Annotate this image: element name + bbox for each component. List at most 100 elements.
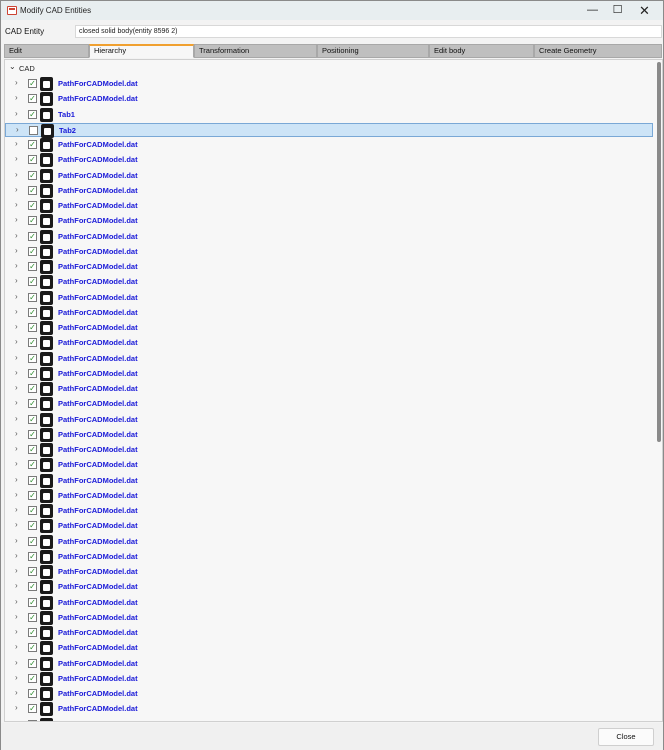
visibility-checkbox[interactable]: ✓ [28,597,37,607]
visibility-checkbox[interactable]: ✓ [28,231,37,241]
visibility-checkbox[interactable]: ✓ [28,643,37,653]
visibility-checkbox[interactable]: ✓ [28,719,37,721]
vertical-scrollbar[interactable] [657,62,661,442]
tree-row[interactable]: › ✓ PathForCADModel.dat [5,656,653,671]
chevron-right-icon[interactable]: › [15,78,18,87]
chevron-right-icon[interactable]: › [15,475,18,484]
chevron-right-icon[interactable]: › [15,368,18,377]
visibility-checkbox[interactable]: ✓ [28,704,37,714]
visibility-checkbox[interactable]: ✓ [28,506,37,515]
tree-row[interactable]: › ✓ PathForCADModel.dat [5,458,653,473]
chevron-right-icon[interactable]: › [15,551,18,560]
chevron-right-icon[interactable]: › [15,93,18,102]
tree-row[interactable]: › ✓ PathForCADModel.dat [5,229,653,244]
tree-row[interactable]: › ✓ PathForCADModel.dat [5,427,653,442]
chevron-right-icon[interactable]: › [15,490,18,499]
tab-edit-body[interactable]: Edit body [429,44,534,58]
tab-positioning[interactable]: Positioning [317,44,429,58]
chevron-right-icon[interactable]: › [15,642,18,651]
chevron-right-icon[interactable]: › [15,673,18,682]
close-button[interactable]: Close [598,728,654,746]
tree-row[interactable]: › ✓ PathForCADModel.dat [5,199,653,213]
chevron-right-icon[interactable]: › [15,383,18,392]
tree-row[interactable]: › ✓ PathForCADModel.dat [5,397,653,412]
tree-row[interactable]: › ✓ PathForCADModel.dat [5,366,653,381]
tree-row[interactable]: › ✓ PathForCADModel.dat [5,244,653,259]
chevron-right-icon[interactable]: › [15,261,18,270]
visibility-checkbox[interactable]: ✓ [28,628,37,637]
visibility-checkbox[interactable]: ✓ [28,170,37,180]
chevron-right-icon[interactable]: › [15,215,18,224]
visibility-checkbox[interactable]: ✓ [28,612,37,622]
chevron-right-icon[interactable]: › [15,398,18,407]
tree-row[interactable]: › ✓ PathForCADModel.dat [5,336,653,351]
visibility-checkbox[interactable]: ✓ [28,140,37,149]
chevron-right-icon[interactable]: › [15,429,18,438]
chevron-right-icon[interactable]: › [15,322,18,331]
chevron-right-icon[interactable]: › [15,597,18,606]
chevron-right-icon[interactable]: › [15,154,18,163]
tree-row[interactable]: › ✓ PathForCADModel.dat [5,412,653,427]
visibility-checkbox[interactable]: ✓ [28,79,37,88]
tree-row[interactable]: › ✓ PathForCADModel.dat [5,687,653,701]
tree-row[interactable]: › ✓ PathForCADModel.dat [5,641,653,656]
visibility-checkbox[interactable]: ✓ [28,94,37,104]
tree-row[interactable]: › ✓ PathForCADModel.dat [5,519,653,534]
tree-row[interactable]: › ✓ PathForCADModel.dat [5,534,653,549]
tree-row[interactable]: › ✓ PathForCADModel.dat [5,138,653,152]
tree-row[interactable]: › ✓ Tab1 [5,107,653,122]
visibility-checkbox[interactable]: ✓ [28,338,37,348]
chevron-right-icon[interactable]: › [15,703,18,712]
visibility-checkbox[interactable]: ✓ [28,323,37,332]
visibility-checkbox[interactable]: ✓ [28,673,37,683]
chevron-right-icon[interactable]: › [15,581,18,590]
tree-row[interactable]: › ✓ PathForCADModel.dat [5,305,653,320]
tree-row[interactable]: › ✓ PathForCADModel.dat [5,488,653,503]
visibility-checkbox[interactable]: ✓ [28,551,37,561]
maximize-button[interactable]: ☐ [605,1,630,20]
chevron-right-icon[interactable]: › [15,688,18,697]
visibility-checkbox[interactable]: ✓ [28,262,37,271]
tree-row[interactable]: › ✓ PathForCADModel.dat [5,504,653,518]
chevron-right-icon[interactable]: › [15,520,18,529]
cad-entity-field[interactable]: closed solid body(entity 8596 2) [75,25,662,38]
visibility-checkbox[interactable]: ✓ [28,201,37,210]
chevron-right-icon[interactable]: › [15,459,18,468]
chevron-right-icon[interactable]: › [15,185,18,194]
minimize-button[interactable]: — [580,1,605,20]
chevron-right-icon[interactable]: › [15,231,18,240]
chevron-right-icon[interactable]: › [15,627,18,636]
visibility-checkbox[interactable]: ✓ [28,582,37,592]
chevron-right-icon[interactable]: › [15,444,18,453]
visibility-checkbox[interactable]: ✓ [28,445,37,454]
tree-row[interactable]: › ✓ PathForCADModel.dat [5,382,653,396]
visibility-checkbox[interactable]: ✓ [28,689,37,698]
tree-row[interactable]: › ✓ PathForCADModel.dat [5,260,653,274]
visibility-checkbox[interactable]: ✓ [28,658,37,668]
tree-row[interactable]: › ✓ PathForCADModel.dat [5,717,653,721]
visibility-checkbox[interactable]: ✓ [28,460,37,470]
visibility-checkbox[interactable]: ✓ [28,307,37,317]
tree-row[interactable]: › ✓ PathForCADModel.dat [5,443,653,457]
visibility-checkbox[interactable]: ✓ [28,185,37,195]
visibility-checkbox[interactable]: ✓ [28,246,37,256]
tree-row[interactable]: › ✓ PathForCADModel.dat [5,580,653,595]
chevron-right-icon[interactable]: › [15,414,18,423]
tree-row[interactable]: › ✓ PathForCADModel.dat [5,473,653,488]
chevron-right-icon[interactable]: › [15,612,18,621]
visibility-checkbox[interactable]: ✓ [28,536,37,546]
tree-row[interactable]: › Tab2 [5,122,653,138]
visibility-checkbox[interactable]: ✓ [28,490,37,500]
tree-row[interactable]: › ✓ PathForCADModel.dat [5,77,653,91]
visibility-checkbox[interactable]: ✓ [28,353,37,363]
close-window-button[interactable]: ✕ [632,1,657,20]
tab-transformation[interactable]: Transformation [194,44,317,58]
tree-row[interactable]: › ✓ PathForCADModel.dat [5,321,653,335]
chevron-right-icon[interactable]: › [15,307,18,316]
tree-row[interactable]: › ✓ PathForCADModel.dat [5,671,653,686]
chevron-right-icon[interactable]: › [15,536,18,545]
visibility-checkbox[interactable]: ✓ [28,277,37,287]
chevron-right-icon[interactable]: › [15,276,18,285]
tree-row[interactable]: › ✓ PathForCADModel.dat [5,610,653,625]
chevron-right-icon[interactable]: › [15,658,18,667]
